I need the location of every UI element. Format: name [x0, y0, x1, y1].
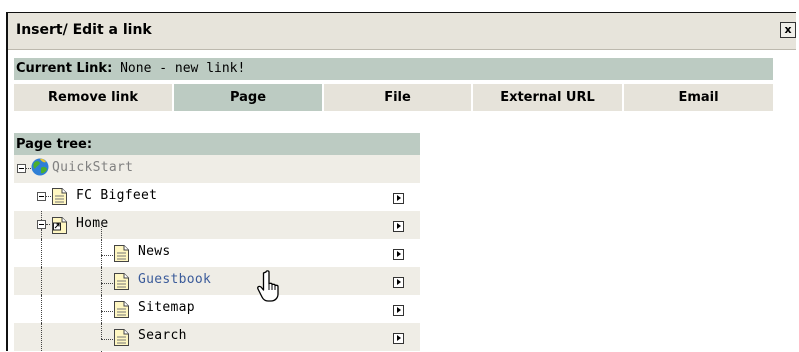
tree-node-label[interactable]: Search	[138, 328, 187, 343]
current-link-value: None - new link!	[120, 61, 246, 76]
tree-node-label[interactable]: Guestbook	[138, 272, 211, 287]
tree-node-label[interactable]: Home	[76, 216, 109, 231]
dialog-titlebar: Insert/ Edit a link x	[8, 13, 796, 50]
select-arrow-icon[interactable]	[393, 277, 404, 288]
collapse-icon[interactable]	[37, 220, 46, 229]
select-arrow-icon[interactable]	[393, 249, 404, 260]
current-link-label: Current Link:	[16, 61, 113, 76]
page-icon	[114, 245, 129, 262]
dialog-title: Insert/ Edit a link	[16, 22, 152, 38]
collapse-icon[interactable]	[17, 164, 26, 173]
tree-row-search[interactable]: Search	[14, 323, 420, 351]
current-link-bar: Current Link: None - new link!	[14, 58, 773, 80]
tree-row-guestbook[interactable]: Guestbook	[14, 267, 420, 295]
select-arrow-icon[interactable]	[393, 193, 404, 204]
page-icon	[114, 273, 129, 290]
tree-row-sitemap[interactable]: Sitemap	[14, 295, 420, 323]
collapse-icon[interactable]	[37, 192, 46, 201]
tree-row-home[interactable]: Home	[14, 211, 420, 239]
tree-node-label[interactable]: Sitemap	[138, 300, 195, 315]
hand-cursor-icon	[257, 270, 279, 302]
tree-node-label[interactable]: FC Bigfeet	[76, 188, 157, 203]
globe-icon	[31, 158, 49, 176]
tree-node-label[interactable]: QuickStart	[52, 160, 133, 175]
page-icon	[114, 301, 129, 318]
page-icon	[114, 329, 129, 346]
tab-file[interactable]: File	[324, 84, 473, 111]
tree-row-fc-bigfeet[interactable]: FC Bigfeet	[14, 183, 420, 211]
tab-remove-link[interactable]: Remove link	[14, 84, 174, 111]
page-shortcut-icon	[52, 217, 67, 234]
page-tree: QuickStart FC Bigfeet Home News Guestboo…	[14, 155, 420, 352]
close-button[interactable]: x	[780, 22, 796, 38]
background-text-strip: ~~~ ~~~ ~~~~~~~~~ ~~~~~~~ ~~~~~~~ ~~~~~~…	[0, 0, 799, 12]
page-tree-header: Page tree:	[14, 133, 420, 155]
select-arrow-icon[interactable]	[393, 333, 404, 344]
tree-row-quickstart[interactable]: QuickStart	[14, 155, 420, 183]
tree-node-label[interactable]: News	[138, 244, 171, 259]
tab-page[interactable]: Page	[174, 84, 324, 111]
link-type-tabs: Remove link Page File External URL Email	[14, 84, 773, 111]
page-icon	[52, 188, 67, 205]
background-text: ~~~ ~~~ ~~~~~~~~~ ~~~~~~~ ~~~~~~~ ~~~~~~…	[283, 0, 730, 6]
tree-row-news[interactable]: News	[14, 239, 420, 267]
select-arrow-icon[interactable]	[393, 305, 404, 316]
tab-external-url[interactable]: External URL	[473, 84, 624, 111]
select-arrow-icon[interactable]	[393, 221, 404, 232]
tab-email[interactable]: Email	[624, 84, 773, 111]
link-dialog: Insert/ Edit a link x Current Link: None…	[6, 12, 796, 352]
